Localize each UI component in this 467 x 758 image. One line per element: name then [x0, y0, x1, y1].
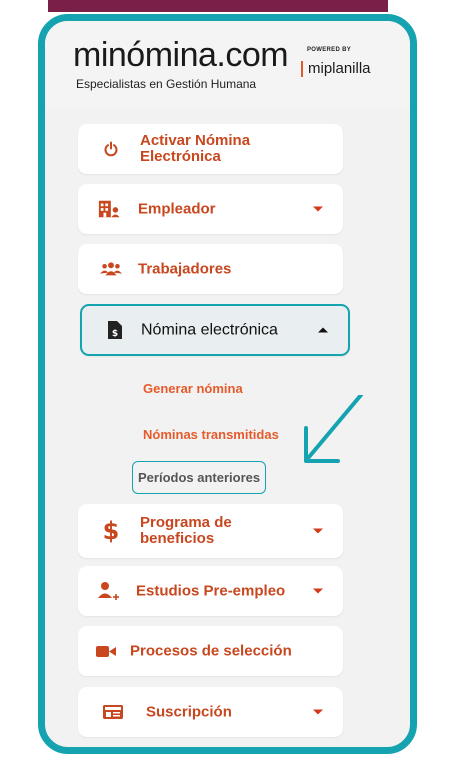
menu-item-label: Empleador — [138, 200, 216, 218]
menu-item-suscripcion[interactable]: Suscripción — [78, 687, 343, 737]
powered-by-label: POWERED BY — [307, 47, 352, 53]
sidebar-panel: minómina.com Especialistas en Gestión Hu… — [38, 14, 417, 754]
logo[interactable]: minómina.com — [73, 36, 289, 74]
menu-item-label: Estudios Pre-empleo — [136, 582, 286, 600]
brand-header: minómina.com Especialistas en Gestión Hu… — [45, 21, 410, 109]
submenu-periodos-anteriores[interactable]: Períodos anteriores — [132, 461, 267, 494]
menu-item-label: Activar Nómina Electrónica — [140, 132, 251, 165]
menu-item-estudios-pre-empleo[interactable]: Estudios Pre-empleo — [78, 566, 343, 616]
menu-item-label: Nómina electrónica — [141, 321, 278, 339]
power-icon — [100, 138, 122, 160]
menu-item-activar-nomina[interactable]: Activar Nómina Electrónica — [78, 124, 343, 174]
menu-item-label: Trabajadores — [138, 260, 232, 278]
menu-item-label: Procesos de selección — [130, 642, 292, 660]
chevron-down-icon — [313, 206, 323, 212]
building-user-icon — [98, 198, 120, 220]
svg-text:$: $ — [112, 329, 118, 339]
partner-logo: miplanilla — [301, 61, 371, 77]
chevron-down-icon — [313, 528, 323, 534]
chevron-up-icon — [318, 327, 328, 333]
menu-item-procesos-seleccion[interactable]: Procesos de selección — [78, 626, 343, 676]
dollar-icon: $ — [102, 517, 120, 545]
menu-item-nomina-electronica[interactable]: $ Nómina electrónica — [80, 304, 350, 356]
menu-item-programa-beneficios[interactable]: $ Programa de beneficios — [78, 504, 343, 558]
users-icon — [100, 258, 122, 280]
brand-top-bar — [48, 0, 388, 12]
invoice-dollar-icon: $ — [104, 319, 126, 341]
submenu-generar-nomina[interactable]: Generar nómina — [143, 381, 243, 396]
menu-item-label: Suscripción — [146, 703, 232, 721]
logo-tagline: Especialistas en Gestión Humana — [76, 77, 257, 91]
menu-item-empleador[interactable]: Empleador — [78, 184, 343, 234]
user-plus-icon — [98, 580, 120, 602]
annotation-arrow-icon — [304, 395, 363, 463]
chevron-down-icon — [313, 588, 323, 594]
submenu-nominas-transmitidas[interactable]: Nóminas transmitidas — [143, 427, 279, 442]
menu-item-trabajadores[interactable]: Trabajadores — [78, 244, 343, 294]
video-icon — [95, 640, 117, 662]
id-card-icon — [102, 701, 124, 723]
chevron-down-icon — [313, 709, 323, 715]
menu-item-label: Programa de beneficios — [140, 514, 232, 547]
